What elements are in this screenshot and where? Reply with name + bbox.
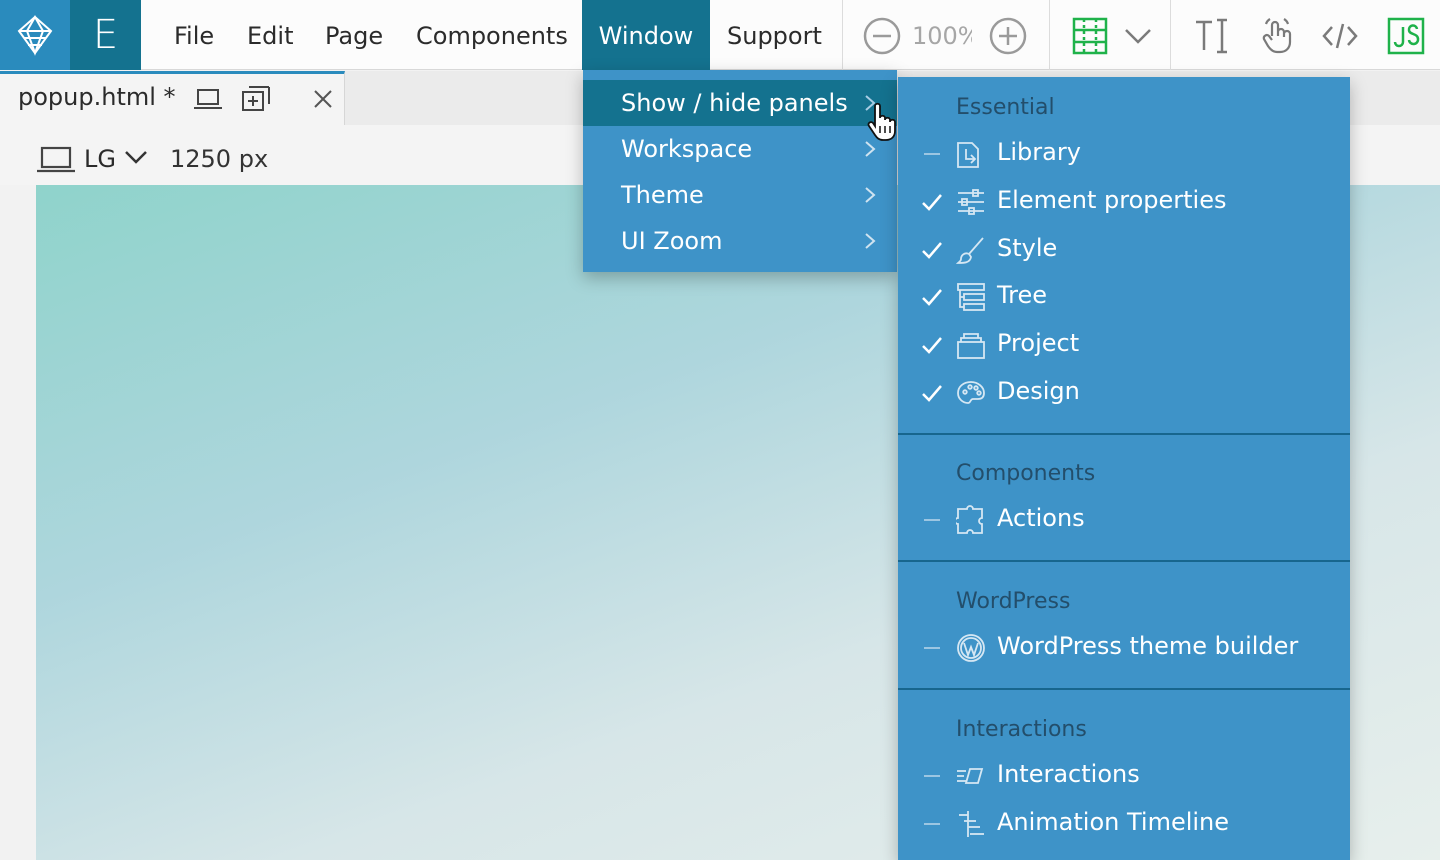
panel-toggle-wordpress-theme-builder[interactable]: WordPress theme builder: [898, 626, 1350, 672]
chevron-right-icon: [865, 233, 876, 249]
layout-grid-icon[interactable]: [1068, 14, 1112, 58]
menu-separator: [898, 688, 1350, 690]
device-chevron-down-icon[interactable]: [124, 149, 148, 169]
unchecked-dash-icon: [924, 647, 940, 649]
puzzle-icon: [956, 505, 983, 534]
toolbar-divider: [842, 0, 843, 70]
menu-separator: [898, 433, 1350, 435]
menu-item-label: Show / hide panels: [621, 89, 848, 117]
panel-label: Design: [997, 377, 1080, 405]
window-menu-dropdown: Show / hide panels Workspace Theme UI Zo…: [583, 70, 897, 272]
menu-window[interactable]: Window: [582, 0, 710, 70]
group-title-components: Components: [956, 461, 1096, 486]
check-icon: [922, 242, 942, 259]
check-icon: [922, 289, 942, 306]
pinegrow-logo-icon[interactable]: [0, 0, 70, 70]
zoom-in-icon[interactable]: [986, 14, 1030, 58]
laptop-preview-icon[interactable]: [193, 84, 223, 114]
group-title-essential: Essential: [956, 95, 1055, 120]
document-tab-title: popup.html *: [18, 83, 176, 111]
panel-label: WordPress theme builder: [997, 632, 1299, 660]
menu-item-show-hide-panels[interactable]: Show / hide panels: [583, 80, 897, 126]
group-title-interactions: Interactions: [956, 717, 1087, 742]
zoom-out-icon[interactable]: [860, 14, 904, 58]
palette-icon: [957, 381, 985, 404]
wordpress-icon: [957, 634, 985, 662]
laptop-device-icon[interactable]: [36, 145, 76, 179]
check-icon: [922, 194, 942, 211]
menu-support[interactable]: Support: [710, 0, 839, 70]
show-hide-panels-submenu: Essential Library Element properties Sty…: [898, 77, 1350, 860]
group-title-wordpress: WordPress: [956, 589, 1071, 614]
sliders-icon: [958, 189, 984, 215]
menu-separator: [898, 560, 1350, 562]
panel-toggle-animation-timeline[interactable]: Animation Timeline: [898, 802, 1350, 848]
chevron-right-icon: [865, 141, 876, 157]
panel-toggle-actions[interactable]: Actions: [898, 498, 1350, 544]
unchecked-dash-icon: [924, 153, 940, 155]
text-cursor-icon[interactable]: [1190, 14, 1234, 58]
panel-label: Actions: [997, 504, 1085, 532]
js-icon[interactable]: [1384, 14, 1428, 58]
interactions-icon: [957, 768, 984, 784]
code-icon[interactable]: [1318, 14, 1362, 58]
zoom-level[interactable]: 100%: [912, 0, 972, 70]
panel-label: Style: [997, 234, 1058, 262]
chevron-down-icon[interactable]: [1116, 14, 1160, 58]
menu-item-theme[interactable]: Theme: [583, 172, 897, 218]
panel-label: Project: [997, 329, 1080, 357]
check-icon: [922, 337, 942, 354]
document-tab[interactable]: popup.html *: [0, 71, 345, 125]
panel-toggle-style[interactable]: Style: [898, 228, 1350, 274]
menu-page[interactable]: Page: [308, 0, 400, 70]
unchecked-dash-icon: [924, 775, 940, 777]
panel-label: Interactions: [997, 760, 1140, 788]
close-tab-icon[interactable]: [308, 84, 338, 114]
menu-item-label: Workspace: [621, 135, 753, 163]
chevron-right-icon: [865, 187, 876, 203]
top-toolbar: E File Edit Page Components Window Suppo…: [0, 0, 1440, 70]
brush-icon: [956, 237, 984, 264]
editor-mode-button[interactable]: E: [70, 0, 141, 70]
menu-item-label: UI Zoom: [621, 227, 723, 255]
panel-label: Element properties: [997, 186, 1227, 214]
unchecked-dash-icon: [924, 519, 940, 521]
device-size-label[interactable]: LG: [84, 145, 116, 173]
menu-components[interactable]: Components: [399, 0, 585, 70]
project-icon: [957, 333, 985, 359]
menu-edit[interactable]: Edit: [230, 0, 310, 70]
unchecked-dash-icon: [924, 823, 940, 825]
toolbar-divider: [1170, 0, 1171, 70]
panel-toggle-interactions[interactable]: Interactions: [898, 754, 1350, 800]
menu-file[interactable]: File: [157, 0, 231, 70]
tree-icon: [957, 283, 985, 311]
panel-label: Animation Timeline: [997, 808, 1230, 836]
library-icon: [957, 142, 979, 168]
add-page-icon[interactable]: [241, 84, 271, 114]
menu-item-label: Theme: [621, 181, 704, 209]
menu-item-workspace[interactable]: Workspace: [583, 126, 897, 172]
menu-item-ui-zoom[interactable]: UI Zoom: [583, 218, 897, 264]
panel-toggle-design[interactable]: Design: [898, 371, 1350, 417]
check-icon: [922, 385, 942, 402]
panel-toggle-project[interactable]: Project: [898, 323, 1350, 369]
panel-label: Tree: [997, 281, 1048, 309]
toolbar-divider: [1049, 0, 1050, 70]
panel-toggle-library[interactable]: Library: [898, 132, 1350, 178]
panel-toggle-element-properties[interactable]: Element properties: [898, 180, 1350, 226]
timeline-icon: [959, 811, 984, 837]
hand-pointer-cursor-icon: [867, 102, 896, 141]
panel-toggle-tree[interactable]: Tree: [898, 275, 1350, 321]
panel-label: Library: [997, 138, 1081, 166]
interactions-hand-icon[interactable]: [1254, 14, 1298, 58]
device-width-value: 1250 px: [170, 145, 269, 173]
